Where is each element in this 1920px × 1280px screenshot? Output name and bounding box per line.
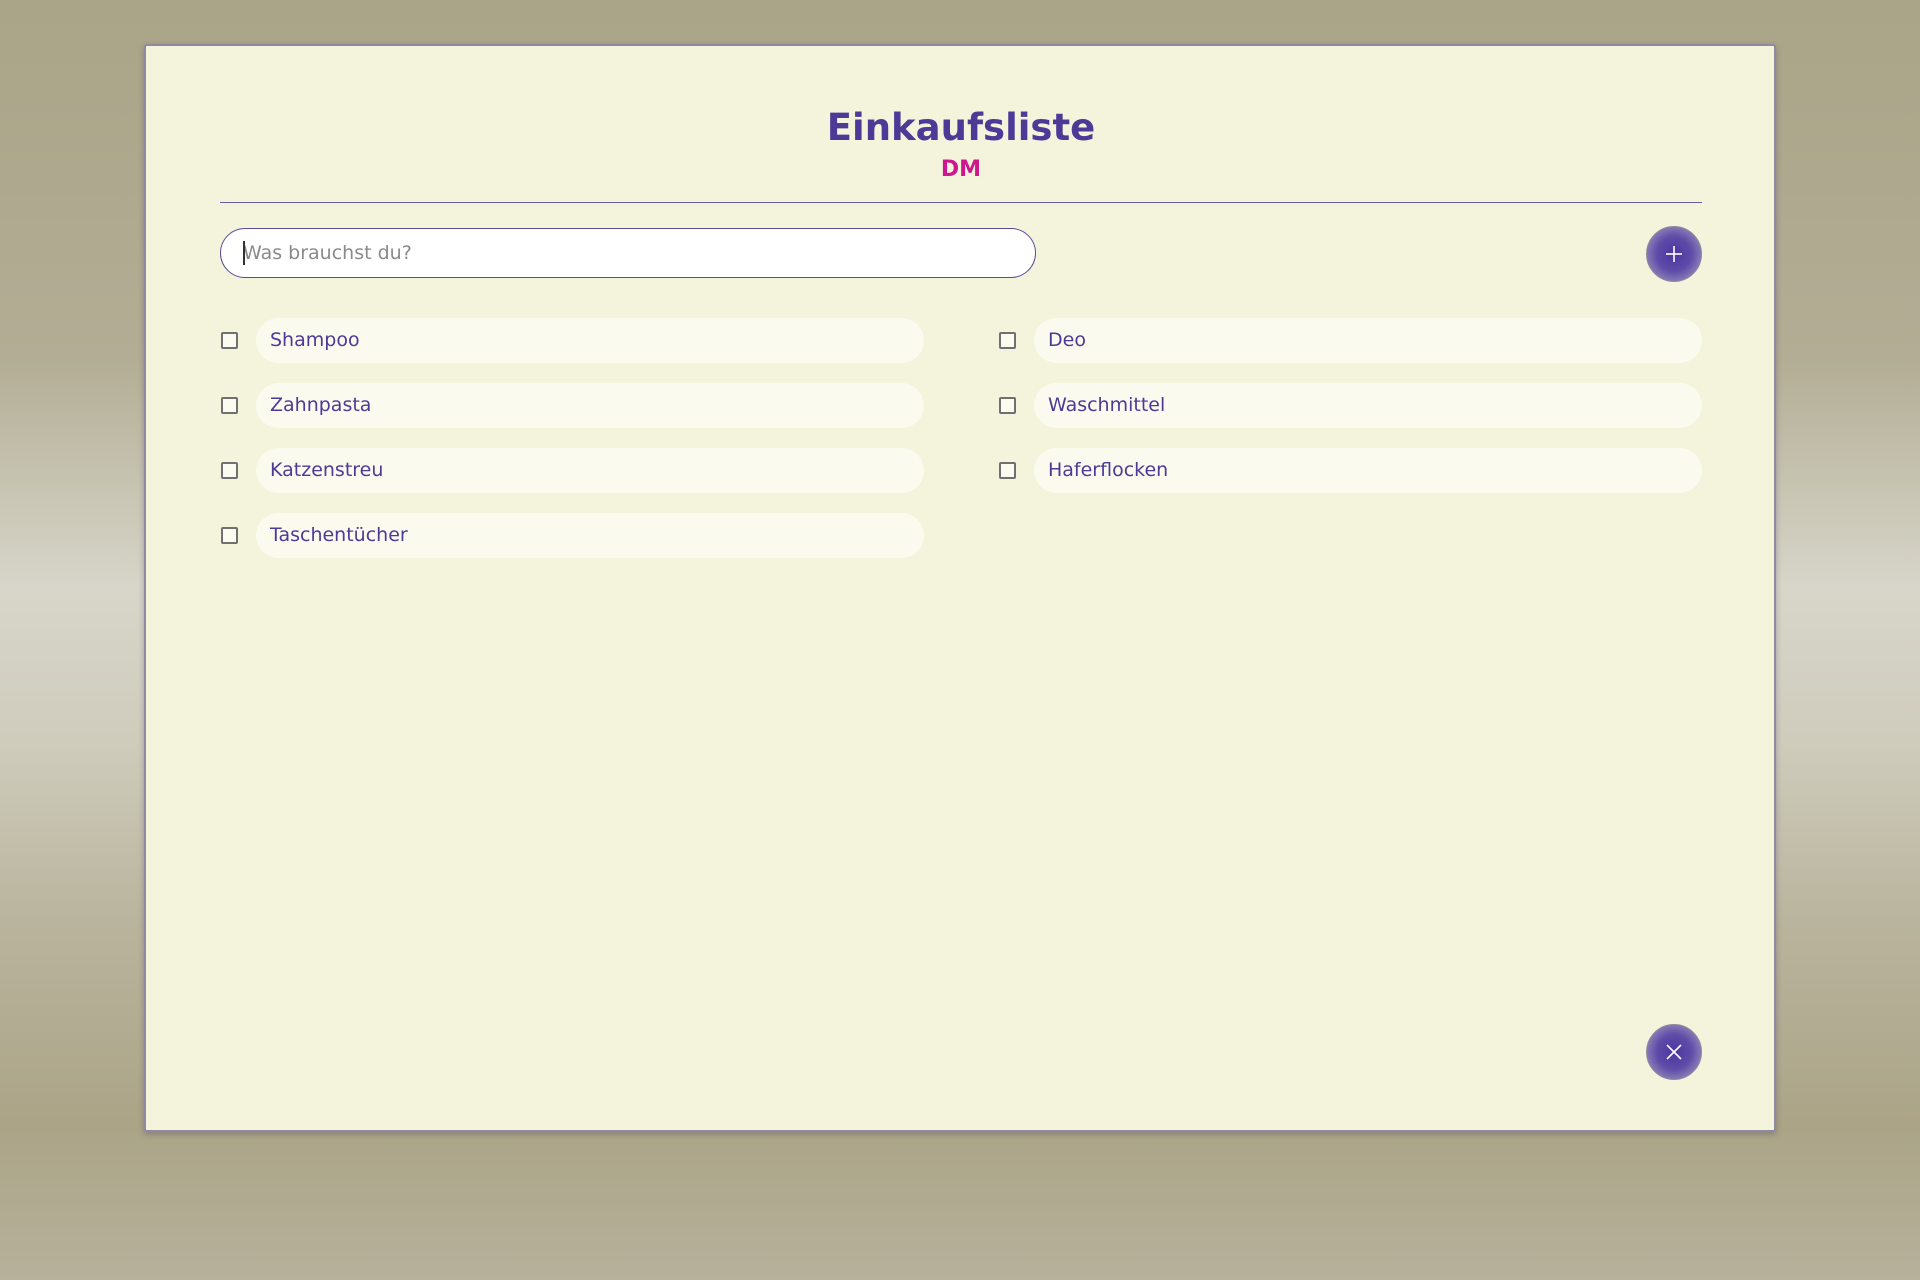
- list-title: Einkaufsliste: [826, 106, 1096, 149]
- list-item: Shampoo: [220, 318, 924, 363]
- new-item-input[interactable]: [220, 228, 1036, 278]
- item-label[interactable]: Zahnpasta: [256, 383, 924, 428]
- plus-icon: [1666, 246, 1682, 262]
- header-divider: [220, 202, 1702, 203]
- item-checkbox[interactable]: [221, 462, 238, 479]
- close-list-button[interactable]: [1646, 1024, 1702, 1080]
- list-item: Deo: [998, 318, 1702, 363]
- list-item: Katzenstreu: [220, 448, 924, 493]
- list-item: Zahnpasta: [220, 383, 924, 428]
- list-item: Haferflocken: [998, 448, 1702, 493]
- shopping-list-card: Einkaufsliste DM Shampoo Deo Zahnpasta W…: [144, 44, 1776, 1132]
- item-checkbox[interactable]: [999, 462, 1016, 479]
- list-item: Taschentücher: [220, 513, 924, 558]
- item-label[interactable]: Taschentücher: [256, 513, 924, 558]
- item-checkbox[interactable]: [999, 397, 1016, 414]
- item-label[interactable]: Shampoo: [256, 318, 924, 363]
- item-checkbox[interactable]: [221, 332, 238, 349]
- list-header: Einkaufsliste DM: [220, 106, 1702, 184]
- list-item: Waschmittel: [998, 383, 1702, 428]
- add-item-button[interactable]: [1646, 226, 1702, 282]
- item-list: Shampoo Deo Zahnpasta Waschmittel Katzen…: [220, 318, 1702, 558]
- item-checkbox[interactable]: [999, 332, 1016, 349]
- text-cursor: [243, 241, 245, 265]
- item-label[interactable]: Katzenstreu: [256, 448, 924, 493]
- item-checkbox[interactable]: [221, 527, 238, 544]
- item-label[interactable]: Waschmittel: [1034, 383, 1702, 428]
- item-checkbox[interactable]: [221, 397, 238, 414]
- store-name: DM: [940, 157, 982, 182]
- item-label[interactable]: Deo: [1034, 318, 1702, 363]
- close-icon: [1666, 1044, 1682, 1060]
- item-label[interactable]: Haferflocken: [1034, 448, 1702, 493]
